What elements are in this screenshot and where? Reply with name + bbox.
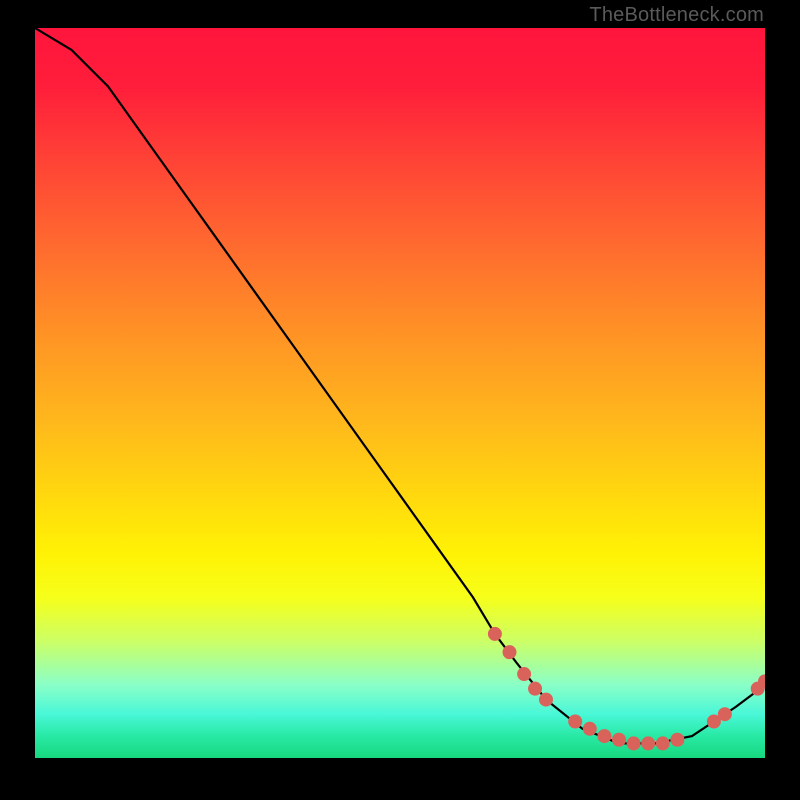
- data-marker: [718, 707, 732, 721]
- data-marker: [517, 667, 531, 681]
- data-marker: [656, 736, 670, 750]
- data-marker: [612, 733, 626, 747]
- plot-area: [35, 28, 765, 758]
- data-marker: [539, 693, 553, 707]
- data-marker: [528, 682, 542, 696]
- data-marker: [583, 722, 597, 736]
- data-marker: [641, 736, 655, 750]
- chart-frame: TheBottleneck.com: [0, 0, 800, 800]
- attribution-label: TheBottleneck.com: [589, 4, 764, 27]
- chart-overlay: [35, 28, 765, 758]
- data-marker: [597, 729, 611, 743]
- data-marker: [488, 627, 502, 641]
- curve-markers: [488, 627, 765, 751]
- data-marker: [627, 736, 641, 750]
- data-marker: [670, 733, 684, 747]
- data-marker: [503, 645, 517, 659]
- curve-line: [35, 28, 765, 743]
- data-marker: [568, 715, 582, 729]
